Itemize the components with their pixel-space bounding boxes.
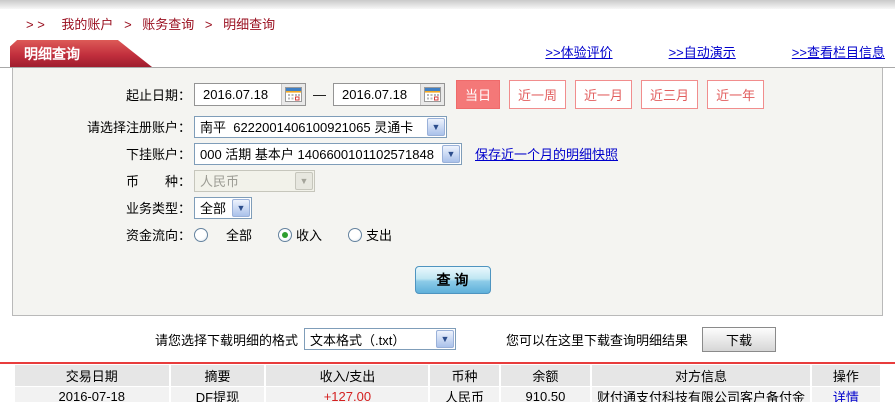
header-currency: 币种 <box>430 365 498 386</box>
period-buttons: 当日 近一周 近一月 近三月 近一年 <box>456 80 764 109</box>
detail-link[interactable]: 详情 <box>833 390 859 402</box>
fund-flow-options: 全部 收入 支出 <box>194 225 418 244</box>
date-range-row: 起止日期： 2016.07.18 — 2016.07.18 <box>13 81 882 108</box>
cell-amount: +127.00 <box>266 387 428 402</box>
header-trade-date: 交易日期 <box>15 365 169 386</box>
tab-detail-query[interactable]: 明细查询 <box>10 40 152 67</box>
chevron-down-icon[interactable]: ▼ <box>427 118 445 136</box>
registered-account-label: 请选择注册账户： <box>13 117 191 136</box>
chevron-down-icon: ▼ <box>295 172 313 190</box>
cell-trade-date: 2016-07-18 <box>15 387 169 402</box>
cell-balance: 910.50 <box>501 387 591 402</box>
registered-account-row: 请选择注册账户： 南平 6222001406100921065 灵通卡 ▼ <box>13 113 882 140</box>
breadcrumb-prefix: > > <box>26 17 45 32</box>
business-type-select[interactable]: 全部 ▼ <box>194 197 252 219</box>
radio-all[interactable] <box>194 228 208 242</box>
radio-income[interactable] <box>278 228 292 242</box>
table-row: 2016-07-18 DF提现 +127.00 人民币 910.50 财付通支付… <box>15 387 880 402</box>
period-month-button[interactable]: 近一月 <box>575 80 632 109</box>
breadcrumb-item-account-query[interactable]: 账务查询 <box>142 17 194 32</box>
breadcrumb-separator: > <box>124 17 132 32</box>
registered-account-select[interactable]: 南平 6222001406100921065 灵通卡 ▼ <box>194 116 447 138</box>
download-button[interactable]: 下载 <box>702 327 776 352</box>
cell-summary: DF提现 <box>171 387 265 402</box>
sub-account-label: 下挂账户： <box>13 144 191 163</box>
radio-income-label: 收入 <box>296 225 322 244</box>
cell-action: 详情 <box>812 387 880 402</box>
breadcrumb-item-detail-query[interactable]: 明细查询 <box>223 17 275 32</box>
end-date-value[interactable]: 2016.07.18 <box>334 87 420 102</box>
date-range-label: 起止日期： <box>13 85 191 104</box>
period-week-button[interactable]: 近一周 <box>509 80 566 109</box>
header-counterparty: 对方信息 <box>592 365 810 386</box>
period-quarter-button[interactable]: 近三月 <box>641 80 698 109</box>
header-income-expense: 收入/支出 <box>266 365 428 386</box>
breadcrumb: > > 我的账户 > 账务查询 > 明细查询 <box>0 9 895 37</box>
download-row: 请您选择下载明细的格式 文本格式（.txt） ▼ 您可以在这里下载查询明细结果 … <box>0 316 895 362</box>
tab-bar: 明细查询 >>体验评价 >>自动演示 >>查看栏目信息 <box>0 37 895 68</box>
radio-expense-label: 支出 <box>366 225 392 244</box>
download-hint: 您可以在这里下载查询明细结果 <box>506 330 688 349</box>
radio-expense[interactable] <box>348 228 362 242</box>
header-links: >>体验评价 >>自动演示 >>查看栏目信息 <box>545 42 885 61</box>
top-gradient-bar <box>0 0 895 9</box>
table-header-row: 交易日期 摘要 收入/支出 币种 余额 对方信息 操作 <box>15 365 880 386</box>
results-table: 交易日期 摘要 收入/支出 币种 余额 对方信息 操作 2016-07-18 D… <box>13 364 882 402</box>
save-snapshot-link[interactable]: 保存近一个月的明细快照 <box>475 144 618 163</box>
header-summary: 摘要 <box>171 365 265 386</box>
tab-label: 明细查询 <box>24 44 80 64</box>
auto-demo-link[interactable]: >>自动演示 <box>669 42 736 61</box>
query-button-row: 查 询 <box>13 266 882 294</box>
calendar-icon[interactable] <box>420 84 444 105</box>
calendar-icon[interactable] <box>281 84 305 105</box>
period-today-button[interactable]: 当日 <box>456 80 500 109</box>
business-type-label: 业务类型： <box>13 198 191 217</box>
chevron-down-icon[interactable]: ▼ <box>436 330 454 348</box>
header-balance: 余额 <box>501 365 591 386</box>
chevron-down-icon[interactable]: ▼ <box>232 199 250 217</box>
breadcrumb-separator: > <box>205 17 213 32</box>
fund-flow-row: 资金流向： 全部 收入 支出 <box>13 221 882 248</box>
date-range-dash: — <box>313 87 326 102</box>
currency-select: 人民币 ▼ <box>194 170 315 192</box>
download-format-select[interactable]: 文本格式（.txt） ▼ <box>304 328 456 350</box>
fund-flow-label: 资金流向： <box>13 225 191 244</box>
cell-currency: 人民币 <box>430 387 498 402</box>
sub-account-select[interactable]: 000 活期 基本户 1406600101102571848 ▼ <box>194 143 462 165</box>
breadcrumb-item-my-account[interactable]: 我的账户 <box>61 17 113 32</box>
start-date-input[interactable]: 2016.07.18 <box>194 83 306 106</box>
radio-all-label: 全部 <box>226 225 252 244</box>
currency-label: 币 种： <box>13 171 191 190</box>
end-date-input[interactable]: 2016.07.18 <box>333 83 445 106</box>
period-year-button[interactable]: 近一年 <box>707 80 764 109</box>
header-action: 操作 <box>812 365 880 386</box>
cell-counterparty: 财付通支付科技有限公司客户备付金 <box>592 387 810 402</box>
query-button[interactable]: 查 询 <box>415 266 491 294</box>
experience-evaluation-link[interactable]: >>体验评价 <box>545 42 612 61</box>
query-form: 起止日期： 2016.07.18 — 2016.07.18 <box>12 68 883 316</box>
sub-account-row: 下挂账户： 000 活期 基本户 1406600101102571848 ▼ 保… <box>13 140 882 167</box>
chevron-down-icon[interactable]: ▼ <box>442 145 460 163</box>
start-date-value[interactable]: 2016.07.18 <box>195 87 281 102</box>
view-column-info-link[interactable]: >>查看栏目信息 <box>792 42 885 61</box>
currency-row: 币 种： 人民币 ▼ <box>13 167 882 194</box>
download-format-label: 请您选择下载明细的格式 <box>155 330 298 349</box>
business-type-row: 业务类型： 全部 ▼ <box>13 194 882 221</box>
